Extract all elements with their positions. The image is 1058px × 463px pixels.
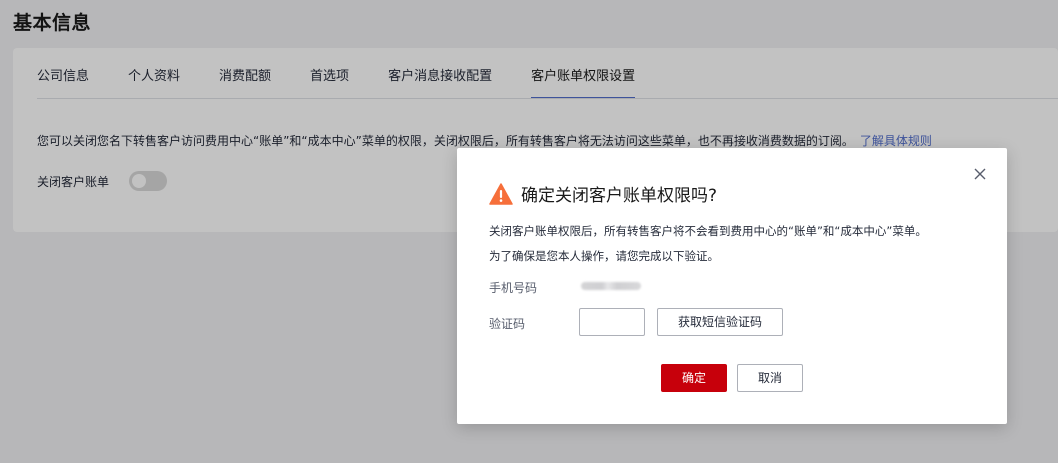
code-label: 验证码 [489, 317, 526, 331]
masked-phone-number [581, 282, 641, 290]
dialog-message: 关闭客户账单权限后，所有转售客户将不会看到费用中心的“账单”和“成本中心”菜单。 [489, 224, 927, 238]
dialog-title: 确定关闭客户账单权限吗? [521, 186, 718, 206]
dialog-verify-hint: 为了确保是您本人操作，请您完成以下验证。 [489, 249, 719, 263]
phone-label: 手机号码 [489, 281, 538, 295]
close-icon[interactable] [973, 166, 987, 180]
confirm-dialog: 确定关闭客户账单权限吗? 关闭客户账单权限后，所有转售客户将不会看到费用中心的“… [457, 148, 1007, 424]
get-sms-code-button[interactable]: 获取短信验证码 [657, 308, 783, 336]
dialog-header: 确定关闭客户账单权限吗? [489, 181, 717, 206]
verification-code-input[interactable] [579, 308, 645, 336]
warning-icon [489, 182, 513, 205]
cancel-button[interactable]: 取消 [737, 364, 803, 392]
confirm-button[interactable]: 确定 [661, 364, 727, 392]
